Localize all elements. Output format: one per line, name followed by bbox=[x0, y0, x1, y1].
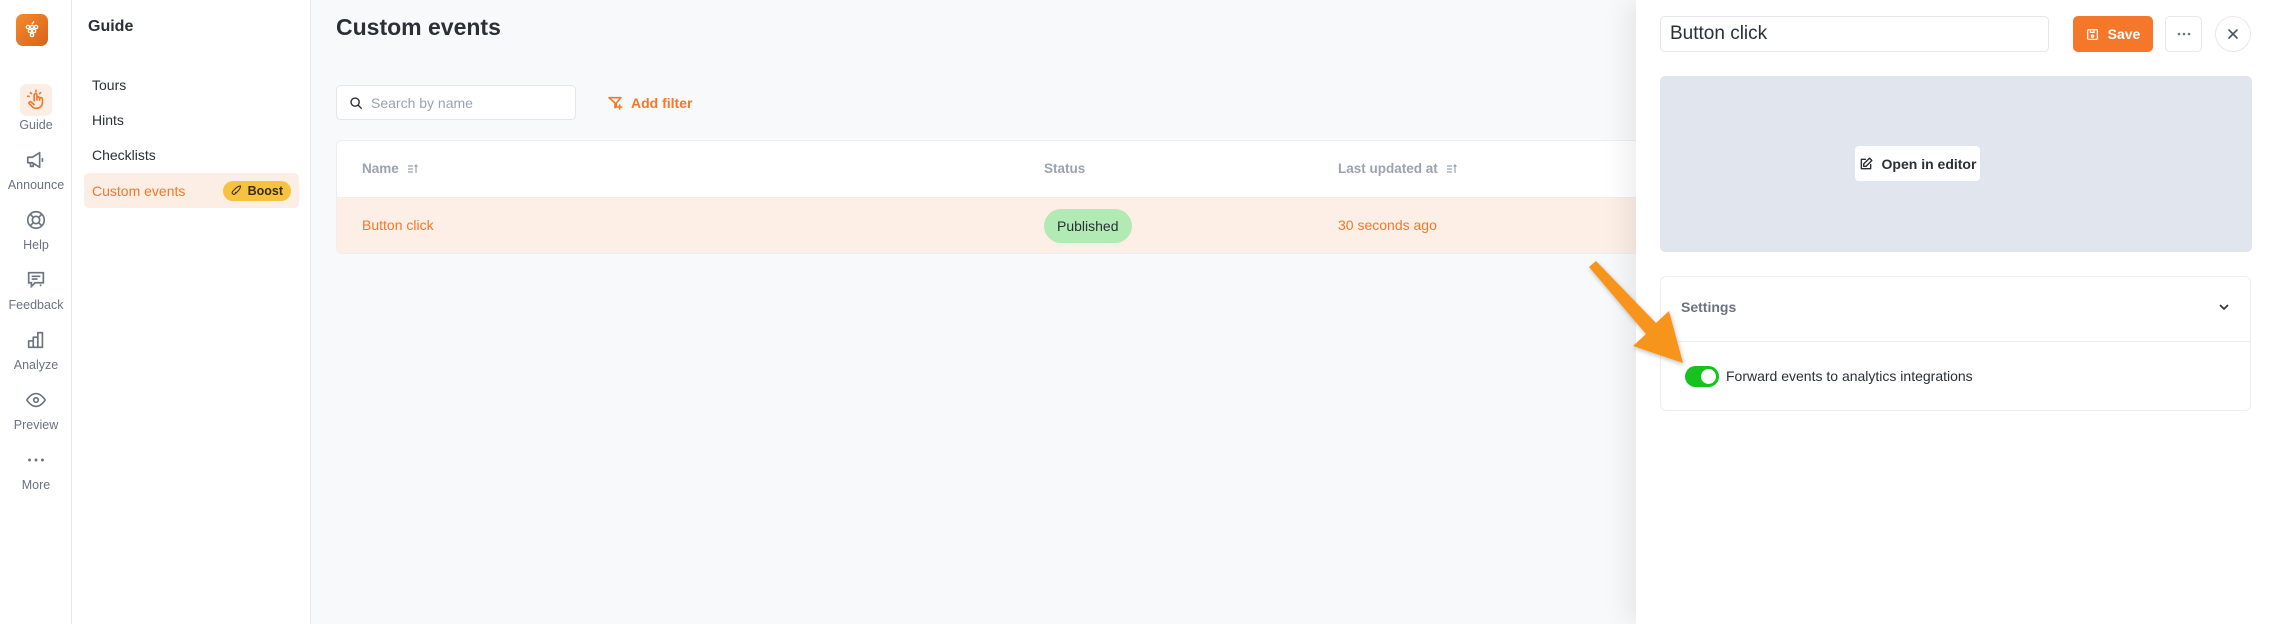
nav-item-custom-events[interactable]: Custom events Boost bbox=[84, 173, 299, 208]
boost-badge[interactable]: Boost bbox=[222, 181, 291, 201]
search-input[interactable] bbox=[371, 94, 561, 111]
last-updated: 30 seconds ago bbox=[1338, 217, 1437, 233]
rail-item-analyze[interactable]: Analyze bbox=[0, 324, 72, 372]
add-filter-button[interactable]: Add filter bbox=[607, 90, 692, 115]
ellipsis-icon bbox=[2177, 32, 2190, 36]
column-header-last-updated[interactable]: Last updated at bbox=[1338, 161, 1458, 176]
editor-preview-area: Open in editor bbox=[1660, 76, 2252, 252]
nav-item-tours[interactable]: Tours bbox=[84, 67, 299, 102]
app-logo[interactable] bbox=[16, 14, 48, 46]
more-dots-icon bbox=[28, 458, 44, 462]
rail-item-guide[interactable]: Guide bbox=[0, 84, 72, 132]
nav-item-checklists[interactable]: Checklists bbox=[84, 137, 299, 172]
toggle-knob bbox=[1701, 369, 1716, 384]
rail-item-preview[interactable]: Preview bbox=[0, 384, 72, 432]
lifebuoy-icon bbox=[26, 210, 46, 230]
filter-add-icon bbox=[608, 96, 623, 110]
event-name-input[interactable] bbox=[1660, 16, 2049, 52]
column-header-name[interactable]: Name bbox=[362, 161, 419, 176]
hand-pointer-icon bbox=[26, 89, 44, 110]
rail-item-feedback[interactable]: Feedback bbox=[0, 264, 72, 312]
open-in-editor-button[interactable]: Open in editor bbox=[1855, 146, 1980, 181]
nav-item-label: Hints bbox=[92, 111, 124, 128]
rail-label: More bbox=[21, 478, 51, 492]
eye-icon bbox=[25, 392, 47, 408]
open-in-editor-label: Open in editor bbox=[1881, 155, 1977, 172]
rail-label: Preview bbox=[13, 418, 59, 432]
bar-chart-icon bbox=[27, 331, 44, 349]
megaphone-icon bbox=[26, 151, 44, 169]
settings-title: Settings bbox=[1681, 299, 1737, 315]
rocket-icon bbox=[231, 185, 241, 195]
forward-events-toggle[interactable] bbox=[1685, 366, 1719, 387]
events-table: Name Status Last updated at Button click… bbox=[336, 140, 1666, 254]
secondary-nav: Guide Tours Hints Checklists Custom even… bbox=[72, 0, 311, 624]
forward-events-label: Forward events to analytics integrations bbox=[1726, 368, 1973, 384]
sort-icon bbox=[407, 163, 418, 173]
table-header: Name Status Last updated at bbox=[337, 141, 1665, 198]
search-box bbox=[336, 85, 576, 120]
rail-item-more[interactable]: More bbox=[0, 444, 72, 492]
nav-title: Guide bbox=[88, 18, 134, 35]
icon-rail: Guide Announce Help Feedback Analyze Pre… bbox=[0, 0, 72, 624]
rail-label: Announce bbox=[7, 178, 65, 192]
status-badge: Published bbox=[1044, 209, 1132, 243]
rail-item-help[interactable]: Help bbox=[0, 204, 72, 252]
close-icon bbox=[2228, 29, 2238, 39]
column-header-status: Status bbox=[1044, 161, 1086, 176]
feedback-icon bbox=[27, 271, 45, 289]
chevron-down-icon bbox=[2219, 304, 2229, 311]
edit-icon bbox=[1860, 156, 1873, 169]
nav-item-label: Custom events bbox=[92, 182, 186, 199]
settings-header[interactable]: Settings bbox=[1661, 277, 2250, 342]
rail-label: Analyze bbox=[13, 358, 59, 372]
nav-item-hints[interactable]: Hints bbox=[84, 102, 299, 137]
sort-icon bbox=[1446, 163, 1457, 173]
grapes-logo-icon bbox=[25, 21, 39, 38]
event-name[interactable]: Button click bbox=[362, 217, 434, 233]
floppy-disk-icon bbox=[2086, 28, 2098, 40]
rail-label: Help bbox=[23, 238, 49, 252]
rail-label: Guide bbox=[19, 118, 53, 132]
close-button[interactable] bbox=[2215, 16, 2251, 52]
nav-item-label: Checklists bbox=[92, 146, 156, 163]
save-label: Save bbox=[2107, 26, 2141, 42]
add-filter-label: Add filter bbox=[631, 94, 693, 111]
boost-label: Boost bbox=[247, 184, 283, 198]
rail-label: Feedback bbox=[8, 298, 64, 312]
settings-section: Settings Forward events to analytics int… bbox=[1660, 276, 2251, 411]
page-title: Custom events bbox=[336, 14, 501, 40]
more-options-button[interactable] bbox=[2165, 16, 2202, 52]
table-row[interactable]: Button click Published 30 seconds ago bbox=[337, 198, 1665, 253]
search-icon bbox=[350, 96, 362, 109]
save-button[interactable]: Save bbox=[2073, 16, 2153, 52]
nav-item-label: Tours bbox=[92, 76, 127, 93]
event-detail-panel: Save Open in editor Settings Forward eve… bbox=[1636, 0, 2273, 624]
rail-item-announce[interactable]: Announce bbox=[0, 144, 72, 192]
